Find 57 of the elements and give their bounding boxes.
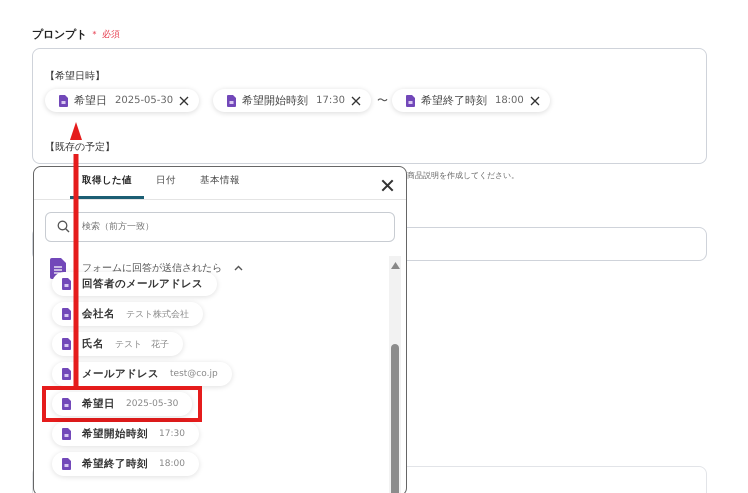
form-icon [406, 94, 415, 106]
scrollbar-thumb[interactable] [391, 344, 399, 493]
item-label: メールアドレス [82, 367, 159, 381]
form-icon [62, 428, 71, 440]
variable-item[interactable]: 希望開始時刻 17:30 [52, 422, 199, 446]
close-icon[interactable] [381, 179, 394, 192]
chip-label: 希望終了時刻 [420, 93, 487, 108]
item-label: 希望日 [82, 397, 115, 411]
variable-item[interactable]: 会社名 テスト株式会社 [52, 302, 203, 326]
form-icon [59, 94, 68, 106]
variable-chip[interactable]: 希望終了時刻 18:00 [392, 89, 550, 112]
form-icon [62, 458, 71, 470]
variable-item[interactable]: 希望終了時刻 18:00 [52, 452, 199, 476]
field-label: プロンプト [32, 26, 87, 42]
item-value: テスト株式会社 [126, 308, 189, 320]
form-icon [62, 368, 71, 380]
item-label: 希望終了時刻 [82, 457, 148, 471]
variable-chip[interactable]: 希望日 2025-05-30 [45, 89, 200, 112]
chip-value: 2025-05-30 [115, 95, 174, 106]
form-icon [62, 338, 71, 350]
item-value: 18:00 [159, 459, 185, 469]
required-mark: ＊ [90, 28, 99, 40]
required-label: 必須 [102, 28, 120, 40]
form-icon [227, 94, 236, 106]
variable-item[interactable]: 氏名 テスト 花子 [52, 332, 183, 356]
variable-item[interactable]: 回答者のメールアドレス [52, 272, 217, 296]
chip-value: 17:30 [316, 95, 345, 106]
form-icon [62, 398, 71, 410]
chip-label: 希望日 [74, 93, 107, 108]
remove-icon[interactable] [179, 96, 190, 106]
range-separator: 〜 [376, 93, 388, 108]
search-icon [57, 220, 70, 233]
item-value: test@co.jp [170, 369, 218, 379]
variable-item[interactable]: メールアドレス test@co.jp [52, 362, 232, 386]
chip-value: 18:00 [494, 95, 524, 106]
scroll-up-icon[interactable] [390, 262, 400, 269]
tab[interactable]: 基本情報 [188, 174, 252, 199]
variable-chip[interactable]: 希望開始時刻 17:30 [213, 89, 371, 112]
item-label: 回答者のメールアドレス [82, 277, 203, 291]
item-value: 17:30 [159, 429, 185, 439]
item-label: 会社名 [82, 307, 115, 321]
tab[interactable]: 日付 [144, 174, 188, 199]
prompt-textarea[interactable]: 【希望日時】 希望日 2025-05-30 希望開始時刻 17:30 〜 希望終了時刻 18:00 【既存の予定】 [32, 48, 707, 164]
remove-icon[interactable] [530, 96, 540, 106]
remove-icon[interactable] [350, 96, 361, 106]
variable-item[interactable]: 希望日 2025-05-30 [52, 392, 192, 416]
form-icon [62, 308, 71, 320]
prompt-heading: 【希望日時】 [45, 70, 106, 83]
item-label: 氏名 [82, 337, 104, 351]
item-value: 2025-05-30 [126, 399, 178, 409]
hint-text: 商品説明を作成してください。 [407, 170, 520, 181]
chevron-up-icon[interactable] [234, 265, 243, 271]
item-label: 希望開始時刻 [82, 427, 148, 441]
scrollbar[interactable] [389, 256, 401, 493]
chip-label: 希望開始時刻 [242, 93, 308, 108]
search-field[interactable]: 検索（前方一致） [45, 212, 395, 242]
item-value: テスト 花子 [115, 338, 169, 350]
